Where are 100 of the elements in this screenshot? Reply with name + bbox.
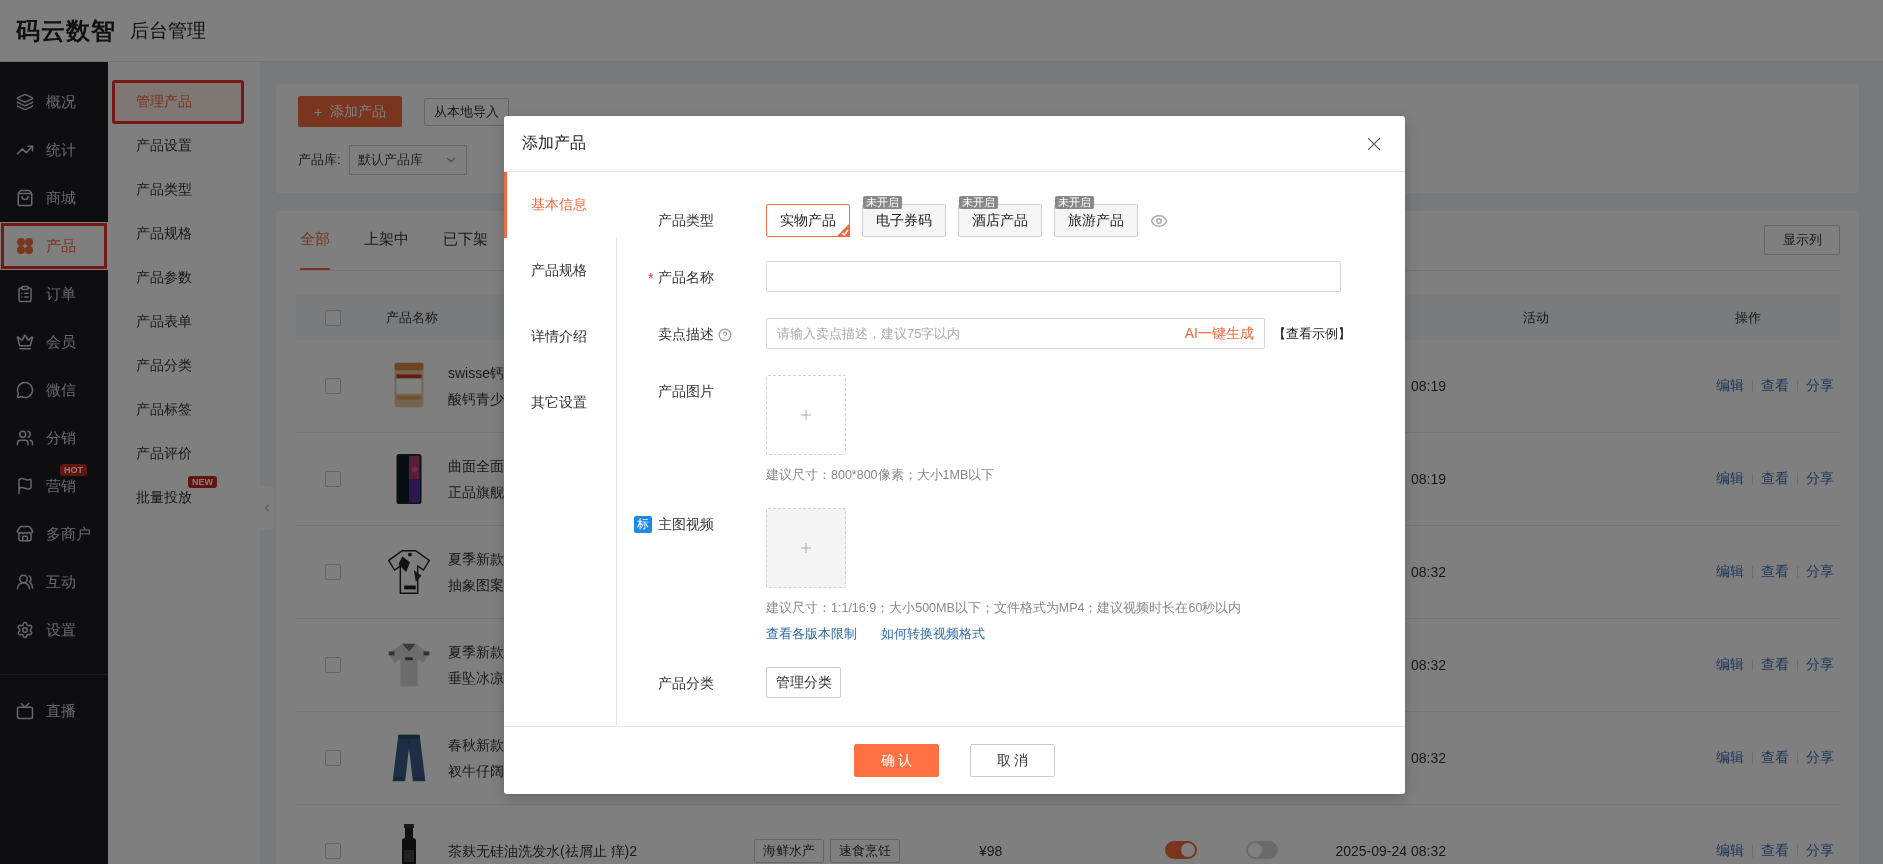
clipboard-icon [16, 285, 34, 303]
sidebar-item[interactable]: 设置 [0, 606, 108, 654]
dialog-nav-tab[interactable]: 其它设置 [504, 370, 617, 436]
submenu-item[interactable]: 产品类型 [112, 168, 244, 212]
plus-icon [798, 407, 814, 423]
action-link[interactable]: 编辑 [1716, 563, 1744, 581]
action-link[interactable]: 查看 [1761, 470, 1789, 488]
action-link[interactable]: 分享 [1806, 749, 1834, 767]
action-link[interactable]: 分享 [1806, 377, 1834, 395]
row-checkbox[interactable] [325, 471, 341, 487]
disabled-badge: 未开启 [863, 196, 902, 209]
manage-category-button[interactable]: 管理分类 [766, 667, 841, 698]
submenu-label: 产品参数 [136, 269, 192, 287]
dialog-nav-tab[interactable]: 产品规格 [504, 238, 617, 304]
field-label: 产品类型 [658, 211, 714, 230]
action-link[interactable]: 查看 [1761, 842, 1789, 860]
date-text: 08:32 [1410, 750, 1447, 766]
chat-icon [16, 381, 34, 399]
sidebar-item[interactable]: 订单 [0, 270, 108, 318]
example-link[interactable]: 【查看示例】 [1273, 324, 1351, 343]
row-checkbox[interactable] [325, 564, 341, 580]
action-link[interactable]: 编辑 [1716, 656, 1744, 674]
dialog-title: 添加产品 [522, 133, 586, 153]
store-icon [16, 525, 34, 543]
submenu-label: 产品设置 [136, 137, 192, 155]
sidebar-item[interactable]: 直播 [0, 687, 108, 735]
toggle-switch[interactable] [1165, 840, 1197, 859]
date-text: 08:32 [1410, 564, 1447, 580]
action-link[interactable]: 编辑 [1716, 377, 1744, 395]
sidebar-item[interactable]: 微信 [0, 366, 108, 414]
ai-generate-link[interactable]: AI一键生成 [1184, 324, 1254, 343]
status-tab[interactable]: 上架中 [364, 211, 409, 270]
status-tab[interactable]: 已下架 [443, 211, 488, 270]
submenu-item[interactable]: 产品参数 [112, 256, 244, 300]
sidebar-item[interactable]: 商城 [0, 174, 108, 222]
submenu-label: 产品评价 [136, 445, 192, 463]
submenu-item[interactable]: 产品评价 [112, 432, 244, 476]
help-link[interactable]: 如何转换视频格式 [881, 625, 985, 643]
sidebar-item[interactable]: 概况 [0, 78, 108, 126]
confirm-button[interactable]: 确 认 [854, 744, 939, 777]
text-field[interactable]: 请输入卖点描述，建议75字以内 AI一键生成 [766, 318, 1265, 349]
action-link[interactable]: 查看 [1761, 563, 1789, 581]
submenu-item[interactable]: 产品规格 [112, 212, 244, 256]
column-header: 操作 [1734, 308, 1762, 327]
sidebar-item[interactable]: 分销 [0, 414, 108, 462]
sidebar-item[interactable]: 统计 [0, 126, 108, 174]
submenu-item[interactable]: 产品设置 [112, 124, 244, 168]
action-link[interactable]: 分享 [1806, 470, 1834, 488]
upload-box[interactable] [766, 508, 846, 588]
help-link[interactable]: 查看各版本限制 [766, 625, 857, 643]
submenu-item[interactable]: 产品标签 [112, 388, 244, 432]
import-button[interactable]: 从本地导入 [424, 97, 510, 126]
row-checkbox[interactable] [325, 843, 341, 859]
cancel-button[interactable]: 取 消 [970, 744, 1055, 777]
action-link[interactable]: 查看 [1761, 749, 1789, 767]
layers-icon [16, 93, 34, 111]
row-checkbox[interactable] [325, 750, 341, 766]
sidebar-item[interactable]: HOT 营销 [0, 462, 108, 510]
action-link[interactable]: 编辑 [1716, 470, 1744, 488]
action-link[interactable]: 查看 [1761, 656, 1789, 674]
disabled-badge: 未开启 [1055, 196, 1094, 209]
sidebar-label: 互动 [46, 572, 76, 592]
sidebar-label: 会员 [46, 332, 76, 352]
help-icon[interactable] [718, 327, 732, 342]
action-link[interactable]: 分享 [1806, 842, 1834, 860]
sidebar-item[interactable]: 产品 [0, 222, 108, 270]
filter-label: 产品库: [298, 151, 341, 169]
action-link[interactable]: 编辑 [1716, 842, 1744, 860]
row-checkbox[interactable] [325, 378, 341, 394]
date-text: 08:32 [1410, 657, 1447, 673]
upload-box[interactable] [766, 375, 846, 455]
people-icon [16, 573, 34, 591]
library-select[interactable]: 默认产品库 [348, 145, 467, 175]
dialog-nav-tab[interactable]: 详情介绍 [504, 304, 617, 370]
sidebar-label: 概况 [46, 92, 76, 112]
sidebar-label: 分销 [46, 428, 76, 448]
submenu-item[interactable]: 产品分类 [112, 344, 244, 388]
text-field[interactable] [766, 261, 1341, 292]
status-tab[interactable]: 全部 [300, 211, 330, 270]
submenu-item[interactable]: 产品表单 [112, 300, 244, 344]
submenu-item[interactable]: 管理产品 [112, 80, 244, 124]
dialog-nav-tab[interactable]: 基本信息 [504, 172, 617, 238]
action-link[interactable]: 分享 [1806, 656, 1834, 674]
row-checkbox[interactable] [325, 657, 341, 673]
date-text: 2025-09-24 08:32 [1335, 843, 1447, 859]
sidebar-item[interactable]: 多商户 [0, 510, 108, 558]
sidebar-item[interactable]: 互动 [0, 558, 108, 606]
submenu-label: 产品表单 [136, 313, 192, 331]
clover-icon [16, 237, 34, 255]
product-type-option[interactable]: 实物产品 [766, 204, 850, 237]
action-link[interactable]: 编辑 [1716, 749, 1744, 767]
sidebar-item[interactable]: 会员 [0, 318, 108, 366]
columns-button[interactable]: 显示列 [1764, 225, 1840, 255]
add-product-button[interactable]: + 添加产品 [298, 96, 403, 127]
action-link[interactable]: 分享 [1806, 563, 1834, 581]
sidebar-label: 产品 [46, 236, 76, 256]
action-link[interactable]: 查看 [1761, 377, 1789, 395]
submenu-item[interactable]: NEW 批量投放 [112, 476, 244, 520]
select-all-checkbox[interactable] [325, 309, 341, 326]
collapse-handle[interactable] [260, 486, 274, 530]
